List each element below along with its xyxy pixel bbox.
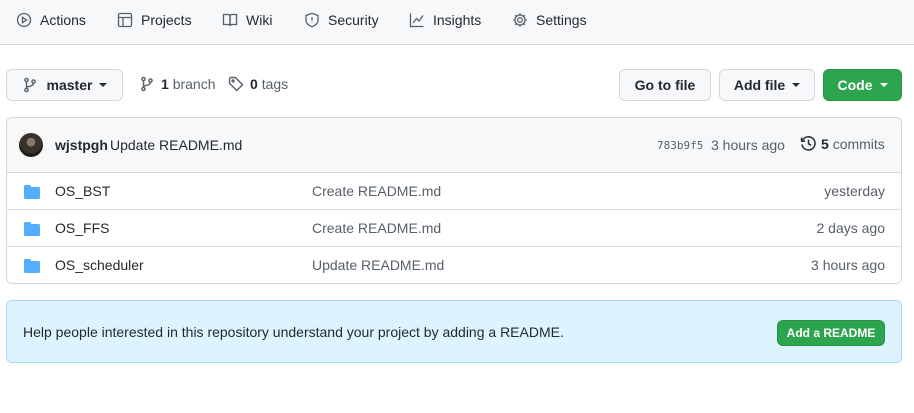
- commit-time: 3 hours ago: [711, 137, 785, 153]
- avatar[interactable]: [19, 133, 43, 157]
- nav-item-label: Insights: [433, 12, 482, 28]
- file-commit-message[interactable]: Create README.md: [312, 220, 441, 236]
- nav-item-security[interactable]: Security: [304, 0, 379, 40]
- code-button[interactable]: Code: [823, 69, 902, 101]
- table-row: OS_BST Create README.md yesterday: [7, 173, 901, 210]
- file-age: yesterday: [824, 183, 885, 199]
- tag-icon: [228, 76, 244, 92]
- add-file-button[interactable]: Add file: [719, 69, 815, 101]
- caret-down-icon: [879, 83, 888, 87]
- nav-item-projects[interactable]: Projects: [117, 0, 192, 40]
- latest-commit-bar: wjstpgh Update README.md 783b9f5 3 hours…: [7, 118, 901, 173]
- branch-icon: [141, 76, 153, 92]
- nav-item-label: Projects: [141, 12, 192, 28]
- add-readme-button[interactable]: Add a README: [777, 320, 885, 346]
- file-commit-message[interactable]: Update README.md: [312, 257, 444, 273]
- commit-label: commits: [832, 135, 885, 152]
- nav-item-settings[interactable]: Settings: [512, 0, 587, 40]
- branch-label: branch: [172, 76, 216, 92]
- go-to-file-button[interactable]: Go to file: [619, 69, 711, 101]
- branches-link[interactable]: 1 branch: [139, 72, 216, 96]
- file-age: 3 hours ago: [811, 257, 885, 273]
- file-commit-message[interactable]: Create README.md: [312, 183, 441, 199]
- caret-down-icon: [792, 83, 801, 87]
- go-to-file-label: Go to file: [634, 77, 696, 93]
- nav-item-insights[interactable]: Insights: [409, 0, 481, 40]
- branch-selector[interactable]: master: [6, 69, 123, 101]
- file-browser: wjstpgh Update README.md 783b9f5 3 hours…: [6, 117, 902, 284]
- readme-banner: Help people interested in this repositor…: [6, 300, 902, 363]
- play-icon: [16, 12, 32, 28]
- code-label: Code: [837, 77, 873, 93]
- tags-link[interactable]: 0 tags: [228, 72, 288, 96]
- folder-icon: [24, 222, 40, 236]
- nav-item-label: Wiki: [246, 12, 273, 28]
- table-icon: [117, 12, 133, 28]
- file-name[interactable]: OS_BST: [55, 183, 110, 199]
- add-file-label: Add file: [733, 77, 786, 93]
- history-icon: [800, 136, 816, 151]
- nav-item-actions[interactable]: Actions: [16, 0, 86, 40]
- nav-item-label: Security: [328, 12, 379, 28]
- nav-item-label: Settings: [536, 12, 587, 28]
- book-icon: [222, 13, 238, 27]
- tag-label: tags: [261, 76, 289, 92]
- commit-author[interactable]: wjstpgh: [55, 137, 108, 153]
- branch-icon: [23, 77, 36, 93]
- tag-count: 0: [250, 76, 258, 92]
- branch-name: master: [46, 77, 93, 93]
- shield-icon: [305, 12, 319, 28]
- commit-sha[interactable]: 783b9f5: [657, 139, 703, 152]
- caret-down-icon: [99, 83, 108, 87]
- commits-link[interactable]: 5 commits: [800, 135, 885, 152]
- repo-nav: Actions Projects Wiki Security Insights …: [0, 0, 914, 45]
- gear-icon: [513, 13, 527, 27]
- readme-banner-text: Help people interested in this repositor…: [23, 324, 564, 340]
- file-age: 2 days ago: [816, 220, 886, 236]
- folder-icon: [24, 259, 40, 273]
- branch-count: 1: [161, 76, 169, 92]
- folder-icon: [24, 185, 40, 199]
- table-row: OS_FFS Create README.md 2 days ago: [7, 210, 901, 247]
- file-name[interactable]: OS_FFS: [55, 220, 109, 236]
- nav-item-wiki[interactable]: Wiki: [222, 0, 272, 40]
- nav-item-label: Actions: [40, 12, 86, 28]
- commit-message[interactable]: Update README.md: [110, 137, 242, 153]
- commit-count: 5: [821, 135, 829, 152]
- table-row: OS_scheduler Update README.md 3 hours ag…: [7, 247, 901, 283]
- graph-icon: [409, 13, 424, 28]
- file-name[interactable]: OS_scheduler: [55, 257, 144, 273]
